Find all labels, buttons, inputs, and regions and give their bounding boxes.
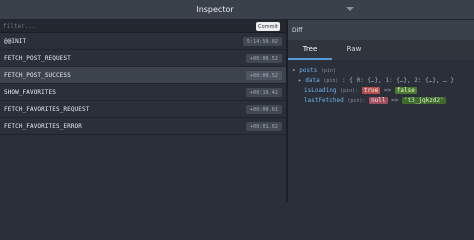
action-name: @@INIT [4, 37, 27, 45]
tree-meta: (pin) [323, 78, 339, 84]
tree-meta: (pin) [320, 68, 336, 74]
new-value: 't3_jqkzd2' [402, 97, 446, 104]
action-name: FETCH_POST_REQUEST [4, 54, 71, 62]
chevron-down-icon[interactable] [346, 7, 354, 11]
monitor-tabs: Tree Raw [288, 40, 474, 60]
inspector-window: Inspector Commit @@INIT 5:14:50.02 FETCH_P… [0, 0, 474, 202]
tab-tree[interactable]: Tree [288, 40, 332, 60]
action-time-badge[interactable]: +00:00.01 [246, 105, 282, 114]
diff-arrow: => [383, 87, 392, 94]
action-row[interactable]: FETCH_FAVORITES_REQUEST +00:00.01 [0, 101, 286, 118]
tree-node-data[interactable]: ▸ data (pin) : { 0: {…}, 1: {…}, 2: {…},… [292, 76, 472, 86]
old-value: true [361, 87, 381, 94]
caret-right-icon[interactable]: ▸ [298, 77, 302, 84]
action-time-badge[interactable]: +00:00.52 [246, 71, 282, 80]
tree-meta: (pin): [347, 98, 366, 104]
tab-raw[interactable]: Raw [332, 40, 376, 60]
action-row[interactable]: FETCH_POST_REQUEST +00:00.52 [0, 50, 286, 67]
tree-key: data [305, 77, 320, 84]
action-row[interactable]: SHOW_FAVORITES +00:19.42 [0, 84, 286, 101]
action-row[interactable]: FETCH_POST_SUCCESS +00:00.52 [0, 67, 286, 84]
monitor-header: Diff [288, 20, 474, 40]
state-diff-tree: ▾ posts (pin) ▸ data (pin) : { 0: {…}, 1… [292, 66, 472, 106]
action-name: FETCH_FAVORITES_ERROR [4, 122, 82, 130]
caret-down-icon[interactable]: ▾ [292, 67, 296, 74]
action-time-badge[interactable]: +00:00.52 [246, 54, 282, 63]
action-time-badge[interactable]: +00:01.02 [246, 122, 282, 131]
commit-button[interactable]: Commit [256, 22, 280, 31]
monitor-panel: Diff Tree Raw ▾ posts (pin) ▸ data (pin)… [288, 20, 474, 202]
action-row[interactable]: FETCH_FAVORITES_ERROR +00:01.02 [0, 118, 286, 135]
action-time-badge[interactable]: +00:19.42 [246, 88, 282, 97]
tree-meta: (pin): [340, 88, 359, 94]
title-bar: Inspector [0, 0, 474, 20]
new-value: false [394, 87, 417, 94]
filter-bar: Commit [0, 20, 286, 33]
action-name: SHOW_FAVORITES [4, 88, 56, 96]
tree-node-isloading[interactable]: isLoading (pin): true => false [292, 86, 472, 96]
tree-node-posts[interactable]: ▾ posts (pin) [292, 66, 472, 76]
action-name: FETCH_POST_SUCCESS [4, 71, 71, 79]
tree-key: posts [299, 67, 318, 74]
filter-input[interactable] [3, 21, 251, 32]
action-row[interactable]: @@INIT 5:14:50.02 [0, 33, 286, 50]
tree-node-lastfetched[interactable]: lastFetched (pin): null => 't3_jqkzd2' [292, 96, 472, 106]
diff-arrow: => [391, 97, 399, 104]
tree-preview: : { 0: {…}, 1: {…}, 2: {…}, … } [342, 77, 454, 84]
action-name: FETCH_FAVORITES_REQUEST [4, 105, 90, 113]
old-value: null [369, 97, 388, 104]
tree-key: isLoading [304, 87, 337, 94]
action-list-panel: Commit @@INIT 5:14:50.02 FETCH_POST_REQUES… [0, 20, 286, 202]
action-list: @@INIT 5:14:50.02 FETCH_POST_REQUEST +00:00… [0, 33, 286, 135]
window-title: Inspector [196, 5, 234, 14]
tree-key: lastFetched [304, 97, 344, 104]
action-time-badge[interactable]: 5:14:50.02 [242, 37, 282, 46]
